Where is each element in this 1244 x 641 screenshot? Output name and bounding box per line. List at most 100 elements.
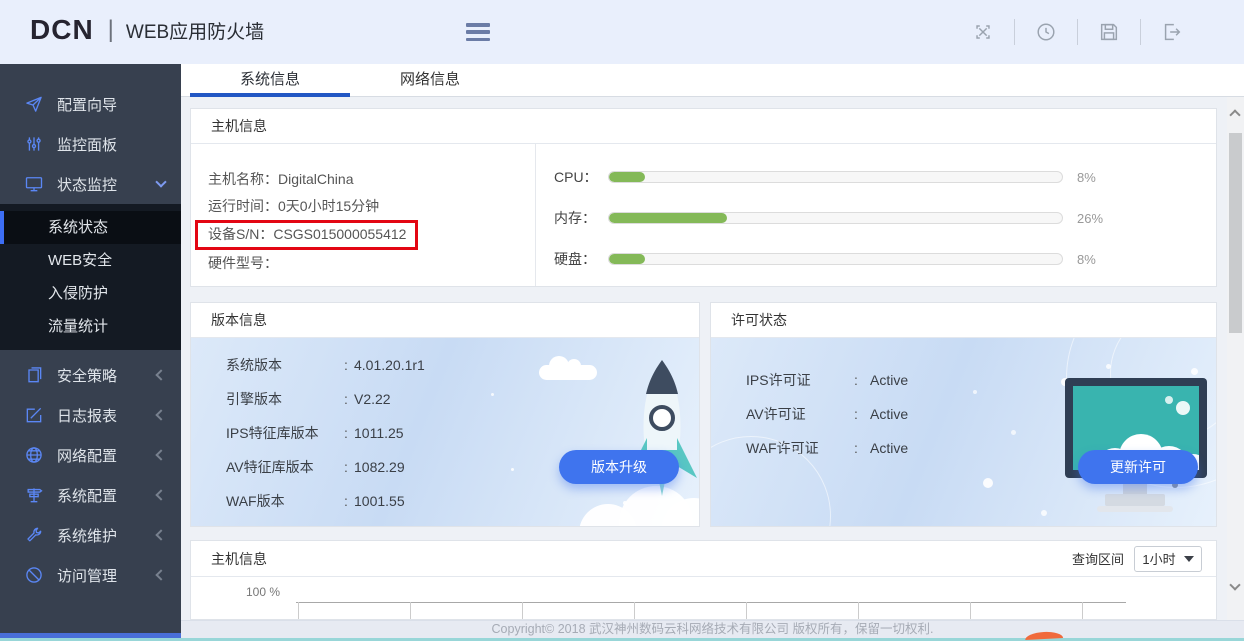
cpu-meter-track [608, 171, 1063, 183]
resource-meters: CPU： 8% 内存： 26% 硬盘： 8% [536, 144, 1216, 286]
copyright-text: Copyright© 2018 武汉神州数码云科网络技术有限公司 版权所有，保留… [492, 622, 934, 636]
chart-gridline [1082, 602, 1083, 620]
panel-title: 许可状态 [711, 303, 1216, 338]
fullscreen-icon[interactable] [972, 21, 994, 43]
scrollbar-thumb[interactable] [1229, 133, 1242, 333]
decor-dot [973, 390, 977, 394]
brand: DCN | WEB应用防火墙 [30, 14, 264, 46]
disk-meter-row: 硬盘： 8% [554, 249, 1216, 269]
panel-title: 版本信息 [191, 303, 699, 338]
disk-percent: 8% [1077, 252, 1096, 267]
sidebar-subitem-intrusion-prevention[interactable]: 入侵防护 [0, 277, 181, 310]
sidebar-item-log-report[interactable]: 日志报表 [0, 395, 181, 435]
monitor-icon [24, 174, 44, 194]
host-usage-chart: 100 % [191, 577, 1216, 620]
waf-dashboard: DCN | WEB应用防火墙 [0, 0, 1244, 641]
update-license-button[interactable]: 更新许可 [1078, 450, 1198, 484]
tab-system-info[interactable]: 系统信息 [190, 64, 350, 96]
app-title: WEB应用防火墙 [126, 17, 264, 44]
query-range-select[interactable]: 1小时 [1134, 546, 1202, 572]
header-divider [1140, 19, 1141, 45]
memory-meter-fill [609, 213, 727, 223]
scroll-up-icon[interactable] [1229, 109, 1240, 120]
sidebar-subitem-web-security[interactable]: WEB安全 [0, 244, 181, 277]
header-divider [1077, 19, 1078, 45]
chart-gridline [970, 602, 971, 620]
chevron-left-icon [155, 569, 166, 580]
cpu-meter-fill [609, 172, 645, 182]
chevron-left-icon [155, 489, 166, 500]
decor-dot [1041, 510, 1047, 516]
no-entry-icon [24, 565, 44, 585]
sidebar-item-label: 访问管理 [57, 565, 157, 586]
chevron-left-icon [155, 369, 166, 380]
memory-percent: 26% [1077, 211, 1103, 226]
chart-gridline [634, 602, 635, 620]
sidebar-item-label: 配置向导 [57, 94, 165, 115]
chevron-left-icon [155, 449, 166, 460]
chart-gridline [298, 602, 299, 620]
globe-icon [24, 445, 44, 465]
cpu-percent: 8% [1077, 170, 1096, 185]
app-header: DCN | WEB应用防火墙 [0, 0, 1244, 64]
sidebar-item-system-config[interactable]: 系统配置 [0, 475, 181, 515]
y-axis-tick-label: 100 % [246, 585, 280, 599]
version-upgrade-button[interactable]: 版本升级 [559, 450, 679, 484]
query-range-label: 查询区间 [1072, 549, 1124, 568]
chevron-down-icon [155, 176, 166, 187]
sparkle-dot [491, 393, 494, 396]
decor-dot [983, 478, 993, 488]
version-info-panel: 版本信息 系统版本 : 4.01.20.1r1 引擎版本 : V2.22 IPS… [190, 302, 700, 527]
panel-title: 主机信息 [191, 109, 1216, 144]
sidebar-item-config-wizard[interactable]: 配置向导 [0, 84, 181, 124]
rocket-illustration [619, 354, 699, 526]
monitor-illustration [1057, 374, 1212, 524]
serial-number-highlight-box: 设备S/N：CSGS015000055412 [195, 220, 418, 250]
document-icon [24, 365, 44, 385]
sidebar-item-label: 网络配置 [57, 445, 157, 466]
cloud-decoration [539, 365, 597, 380]
sidebar-item-status-monitoring[interactable]: 状态监控 [0, 164, 181, 204]
sidebar-item-security-policy[interactable]: 安全策略 [0, 355, 181, 395]
tab-bar: 系统信息 网络信息 [181, 64, 1244, 97]
hamburger-icon[interactable] [466, 23, 490, 41]
clock-icon[interactable] [1035, 21, 1057, 43]
sparkle-dot [511, 468, 514, 471]
sidebar-item-access-management[interactable]: 访问管理 [0, 555, 181, 595]
chart-gridline [858, 602, 859, 620]
sidebar-item-label: 系统配置 [57, 485, 157, 506]
chevron-left-icon [155, 529, 166, 540]
uptime-row: 运行时间：0天0小时15分钟 [208, 193, 535, 220]
chart-gridline [410, 602, 411, 620]
tab-network-info[interactable]: 网络信息 [350, 64, 510, 96]
sidebar-subitem-traffic-stats[interactable]: 流量统计 [0, 310, 181, 343]
sidebar-item-monitor-panel[interactable]: 监控面板 [0, 124, 181, 164]
caret-down-icon [1184, 556, 1194, 562]
sidebar-subitem-system-status[interactable]: 系统状态 [0, 211, 181, 244]
decor-dot [1106, 364, 1111, 369]
sliders-icon [24, 134, 44, 154]
hardware-model-row: 硬件型号： [208, 250, 535, 277]
header-divider [1014, 19, 1015, 45]
query-range-value: 1小时 [1142, 549, 1175, 568]
cpu-meter-row: CPU： 8% [554, 167, 1216, 187]
dcn-logo: DCN [30, 14, 94, 46]
host-info-panel: 主机信息 主机名称：DigitalChina 运行时间：0天0小时15分钟 设备… [190, 108, 1217, 287]
vertical-scrollbar[interactable] [1227, 97, 1244, 620]
status-monitoring-submenu: 系统状态 WEB安全 入侵防护 流量统计 [0, 204, 181, 350]
brand-separator: | [108, 16, 114, 44]
decor-dot [1011, 430, 1016, 435]
sidebar-item-network-config[interactable]: 网络配置 [0, 435, 181, 475]
host-chart-header: 主机信息 查询区间 1小时 [191, 541, 1216, 577]
header-actions [952, 19, 1203, 45]
memory-meter-track [608, 212, 1063, 224]
sidebar-item-system-maintenance[interactable]: 系统维护 [0, 515, 181, 555]
chart-axis-line [296, 602, 1126, 603]
save-icon[interactable] [1098, 21, 1120, 43]
host-chart-panel: 主机信息 查询区间 1小时 100 % [190, 540, 1217, 620]
query-range-control: 查询区间 1小时 [1072, 546, 1202, 572]
logout-icon[interactable] [1161, 21, 1183, 43]
memory-meter-row: 内存： 26% [554, 208, 1216, 228]
serial-number-value: CSGS015000055412 [273, 226, 406, 242]
scroll-down-icon[interactable] [1229, 579, 1240, 590]
